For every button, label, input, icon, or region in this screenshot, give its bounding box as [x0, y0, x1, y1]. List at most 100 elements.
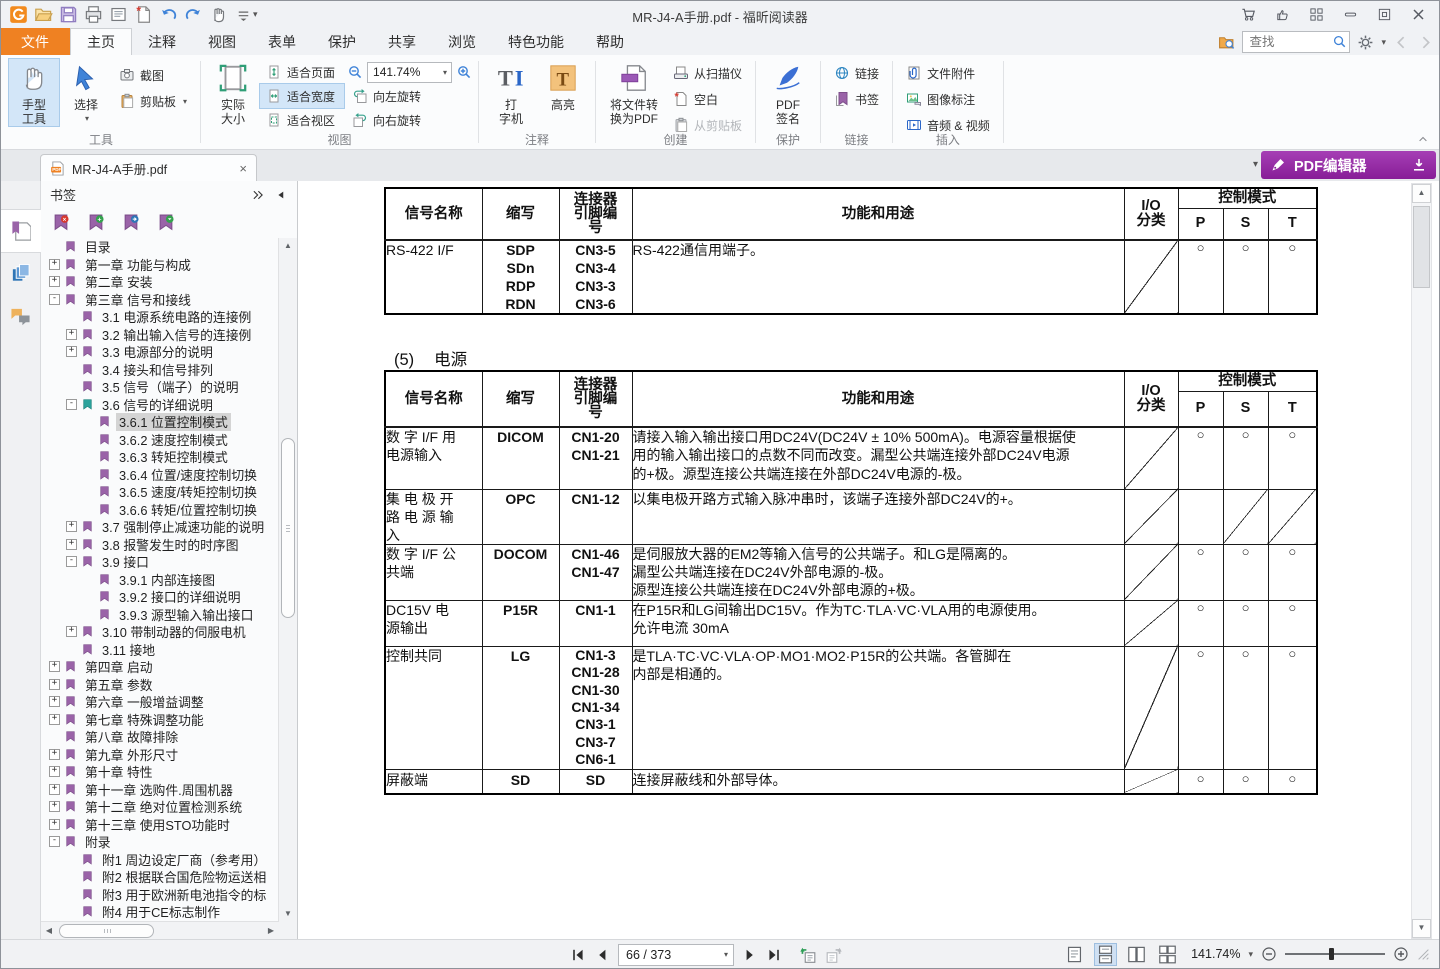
- menu-tab-文件[interactable]: 文件: [0, 28, 70, 55]
- expand-icon[interactable]: +: [49, 749, 60, 760]
- bookmark-item[interactable]: - 附录: [41, 833, 279, 851]
- expand-icon[interactable]: +: [66, 626, 77, 637]
- facing-layout-icon[interactable]: [1125, 943, 1148, 966]
- redo-icon[interactable]: [184, 5, 203, 24]
- share-icon[interactable]: [1275, 7, 1290, 22]
- menu-tab-共享[interactable]: 共享: [372, 28, 432, 55]
- menu-tab-视图[interactable]: 视图: [192, 28, 252, 55]
- expand-icon[interactable]: +: [49, 259, 60, 270]
- image-annotation-button[interactable]: 图像标注: [899, 86, 997, 112]
- last-page-icon[interactable]: [766, 947, 782, 963]
- tab-close-icon[interactable]: ×: [239, 162, 247, 175]
- single-page-layout-icon[interactable]: [1063, 943, 1086, 966]
- collapse-panel-icon[interactable]: [274, 189, 288, 201]
- email-document-icon[interactable]: [109, 5, 128, 24]
- bookmark-item[interactable]: + 第十三章 使用STO功能时: [41, 816, 279, 834]
- fit-visible-button[interactable]: 适合视区: [259, 107, 345, 133]
- bookmark-item[interactable]: + 3.6.3 转矩控制模式: [41, 448, 279, 466]
- bookmark-item[interactable]: + 3.5 信号（端子）的说明: [41, 378, 279, 396]
- convert-to-pdf-button[interactable]: 将文件转换为PDF: [602, 58, 666, 127]
- collapse-icon[interactable]: -: [66, 399, 77, 410]
- bookmark-item[interactable]: + 3.4 接头和信号排列: [41, 361, 279, 379]
- expand-bookmarks-icon[interactable]: [157, 214, 175, 231]
- bookmark-item[interactable]: + 附4 用于CE标志制作: [41, 903, 279, 921]
- bookmark-item[interactable]: + 第八章 故障排除: [41, 728, 279, 746]
- menu-tab-表单[interactable]: 表单: [252, 28, 312, 55]
- bookmark-item[interactable]: + 3.9.3 源型输入输出接口: [41, 606, 279, 624]
- expand-icon[interactable]: +: [66, 521, 77, 532]
- bookmark-item[interactable]: + 3.8 报警发生时的时序图: [41, 536, 279, 554]
- typewriter-button[interactable]: TI 打字机: [485, 58, 537, 127]
- previous-view-icon[interactable]: [798, 946, 817, 964]
- expand-icon[interactable]: +: [66, 329, 77, 340]
- expand-icon[interactable]: +: [49, 714, 60, 725]
- menu-tab-帮助[interactable]: 帮助: [580, 28, 640, 55]
- undo-icon[interactable]: [159, 5, 178, 24]
- continuous-layout-icon[interactable]: [1094, 943, 1117, 966]
- zoom-caret-icon[interactable]: ▾: [1248, 949, 1253, 960]
- bookmark-item[interactable]: + 附1 周边设定厂商（参考用）: [41, 851, 279, 869]
- tab-list-caret-icon[interactable]: ▾: [1253, 159, 1258, 170]
- blank-page-button[interactable]: * 空白: [666, 86, 749, 112]
- menu-tab-主页[interactable]: 主页: [70, 28, 132, 55]
- bookmark-item[interactable]: + 3.10 带制动器的伺服电机: [41, 623, 279, 641]
- shopping-cart-icon[interactable]: [1241, 7, 1256, 22]
- new-from-template-icon[interactable]: *: [134, 5, 153, 24]
- full-screen-tiles-icon[interactable]: [1309, 7, 1324, 22]
- bookmark-item[interactable]: + 3.6.6 转矩/位置控制切换: [41, 501, 279, 519]
- search-options-gear-icon[interactable]: [1357, 34, 1374, 51]
- maximize-restore-icon[interactable]: [1377, 7, 1392, 22]
- menu-tab-保护[interactable]: 保护: [312, 28, 372, 55]
- scroll-down-icon[interactable]: ▼: [1412, 919, 1431, 938]
- bookmark-item[interactable]: + 3.3 电源部分的说明: [41, 343, 279, 361]
- bookmark-item[interactable]: + 第五章 参数: [41, 676, 279, 694]
- expand-icon[interactable]: +: [49, 801, 60, 812]
- expand-icon[interactable]: +: [49, 276, 60, 287]
- bookmark-item[interactable]: + 3.11 接地: [41, 641, 279, 659]
- bookmark-item[interactable]: + 3.6.1 位置控制模式: [41, 413, 279, 431]
- clipboard-button[interactable]: 剪贴板▾: [112, 88, 194, 114]
- scrollbar-thumb[interactable]: [1413, 206, 1430, 288]
- link-button[interactable]: 链接: [827, 60, 886, 86]
- bookmark-item[interactable]: + 第六章 一般增益调整: [41, 693, 279, 711]
- previous-page-icon[interactable]: [594, 947, 610, 963]
- from-scanner-button[interactable]: 从扫描仪: [666, 60, 749, 86]
- bookmark-item[interactable]: + 第九章 外形尺寸: [41, 746, 279, 764]
- bookmark-item[interactable]: + 第一章 功能与构成: [41, 256, 279, 274]
- scroll-up-icon[interactable]: ▲: [1412, 184, 1431, 203]
- zoom-slider[interactable]: [1285, 947, 1385, 961]
- zoom-out-icon[interactable]: [1261, 946, 1277, 962]
- continuous-facing-layout-icon[interactable]: [1156, 943, 1179, 966]
- pdf-sign-button[interactable]: PDF签名: [762, 58, 814, 127]
- expand-icon[interactable]: +: [49, 766, 60, 777]
- rotate-right-button[interactable]: 向右旋转: [345, 107, 472, 133]
- bookmark-item[interactable]: + 3.6.4 位置/速度控制切换: [41, 466, 279, 484]
- sidebar-item-pages[interactable]: [0, 253, 40, 295]
- close-icon[interactable]: [1411, 7, 1426, 22]
- sidebar-item-comments[interactable]: [0, 295, 40, 337]
- bookmark-item[interactable]: + 第十二章 绝对位置检测系统: [41, 798, 279, 816]
- bookmark-item[interactable]: + 3.2 输出输入信号的连接例: [41, 326, 279, 344]
- expand-icon[interactable]: +: [49, 661, 60, 672]
- resize-grip-icon[interactable]: [1417, 948, 1430, 961]
- collapse-ribbon-icon[interactable]: [1416, 133, 1430, 145]
- expand-icon[interactable]: +: [49, 784, 60, 795]
- open-file-icon[interactable]: [34, 5, 53, 24]
- add-bookmark-icon[interactable]: +: [87, 214, 105, 231]
- bookmark-item[interactable]: + 第十一章 选购件.周围机器: [41, 781, 279, 799]
- bookmark-item[interactable]: + 第十章 特性: [41, 763, 279, 781]
- search-icon[interactable]: [1332, 34, 1347, 49]
- sidebar-item-bookmarks[interactable]: [0, 209, 41, 253]
- bookmark-item[interactable]: + 附2 根据联合国危险物运送相: [41, 868, 279, 886]
- expand-icon[interactable]: +: [66, 346, 77, 357]
- bookmark-item[interactable]: + 第四章 启动: [41, 658, 279, 676]
- bookmark-item[interactable]: + 3.6.2 速度控制模式: [41, 431, 279, 449]
- zoom-level-combo[interactable]: 141.74%▾: [367, 62, 452, 83]
- minimize-icon[interactable]: [1343, 7, 1358, 22]
- customize-quick-access-icon[interactable]: [234, 5, 253, 24]
- bookmark-item[interactable]: - 第三章 信号和接线: [41, 291, 279, 309]
- collapse-icon[interactable]: -: [49, 294, 60, 305]
- bookmark-item[interactable]: - 3.9 接口: [41, 553, 279, 571]
- document-tab[interactable]: PDF MR-J4-A手册.pdf ×: [40, 154, 257, 182]
- bookmarks-vertical-scrollbar[interactable]: ▲ ▼: [278, 238, 297, 922]
